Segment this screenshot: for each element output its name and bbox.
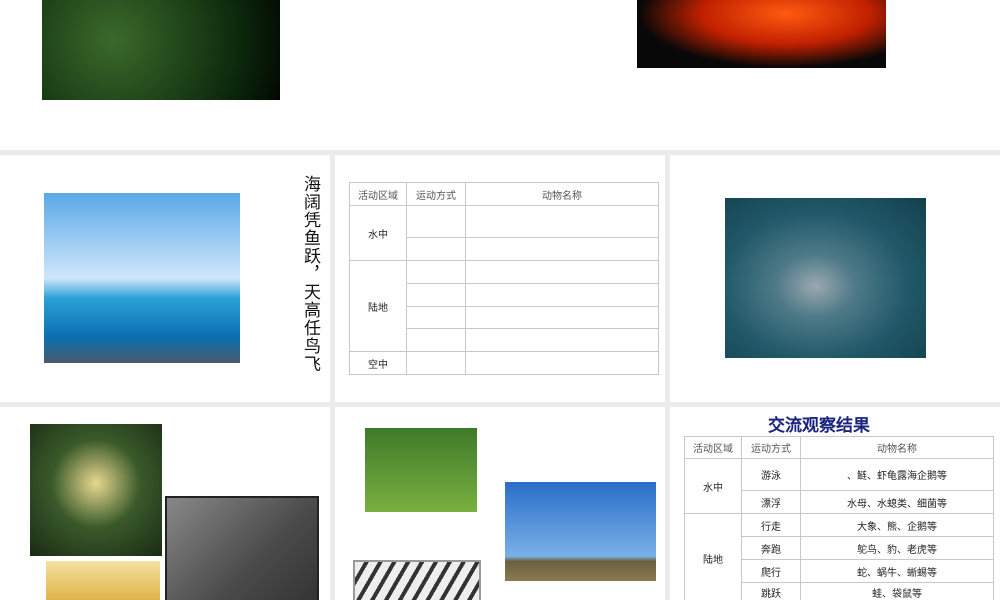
goldfish-photo xyxy=(637,0,886,68)
region-cell: 陆地 xyxy=(684,513,742,600)
slide-thumbnail-4[interactable] xyxy=(670,155,1000,402)
header-cell: 运动方式 xyxy=(741,436,801,459)
results-table: 活动区域 运动方式 动物名称 水中 游泳 、鲢、虾龟露海企鹅等 漂浮 水母、水螅类、细菌等… xyxy=(684,436,994,600)
header-cell: 动物名称 xyxy=(465,182,659,206)
header-cell: 运动方式 xyxy=(406,182,466,206)
slide-thumbnail-3[interactable]: 活动区域 运动方式 动物名称 水中 陆地 空中 xyxy=(335,155,665,402)
bird-photo xyxy=(42,0,280,100)
mode-cell: 游泳 xyxy=(741,458,801,491)
dolphins-photo xyxy=(725,198,926,358)
animals-cell: 、鲢、虾龟露海企鹅等 xyxy=(800,458,994,491)
mode-cell: 跳跃 xyxy=(741,582,801,600)
region-cell: 空中 xyxy=(349,351,407,375)
slide-title: 交流观察结果 xyxy=(768,416,870,436)
region-cell: 水中 xyxy=(684,458,742,514)
header-cell: 动物名称 xyxy=(800,436,994,459)
slide-vertical-text: 海阔凭鱼跃，天高任鸟飞 xyxy=(300,175,320,373)
animals-cell: 蛇、蜗牛、蜥蜴等 xyxy=(800,559,994,583)
bee-photo xyxy=(46,561,160,600)
sea-sky-illustration xyxy=(44,193,240,363)
mode-cell: 行走 xyxy=(741,513,801,537)
header-cell: 活动区域 xyxy=(684,436,742,459)
eagle-photo xyxy=(505,482,656,581)
dragonfly-photo xyxy=(165,496,319,600)
mode-cell: 奔跑 xyxy=(741,536,801,560)
slide-thumbnail-1[interactable] xyxy=(0,0,1000,150)
animals-cell: 蛙、袋鼠等 xyxy=(800,582,994,600)
butterfly-photo xyxy=(30,424,162,556)
header-cell: 活动区域 xyxy=(349,182,407,206)
mode-cell: 漂浮 xyxy=(741,490,801,514)
egret-photo xyxy=(365,428,477,512)
region-cell: 水中 xyxy=(349,205,407,261)
blank-observation-table: 活动区域 运动方式 动物名称 水中 陆地 空中 xyxy=(349,182,659,375)
region-cell: 陆地 xyxy=(349,260,407,352)
animals-cell: 大象、熊、企鹅等 xyxy=(800,513,994,537)
slide-thumbnail-5[interactable] xyxy=(0,407,330,600)
slide-thumbnail-2[interactable]: 海阔凭鱼跃，天高任鸟飞 xyxy=(0,155,330,402)
mode-cell: 爬行 xyxy=(741,559,801,583)
slide-thumbnail-7[interactable]: 交流观察结果 活动区域 运动方式 动物名称 水中 游泳 、鲢、虾龟露海企鹅等 漂浮 水母、… xyxy=(670,407,1000,600)
slide-thumbnail-6[interactable] xyxy=(335,407,665,600)
birds-flock-photo xyxy=(353,560,481,600)
animals-cell: 水母、水螅类、细菌等 xyxy=(800,490,994,514)
animals-cell: 鸵鸟、豹、老虎等 xyxy=(800,536,994,560)
